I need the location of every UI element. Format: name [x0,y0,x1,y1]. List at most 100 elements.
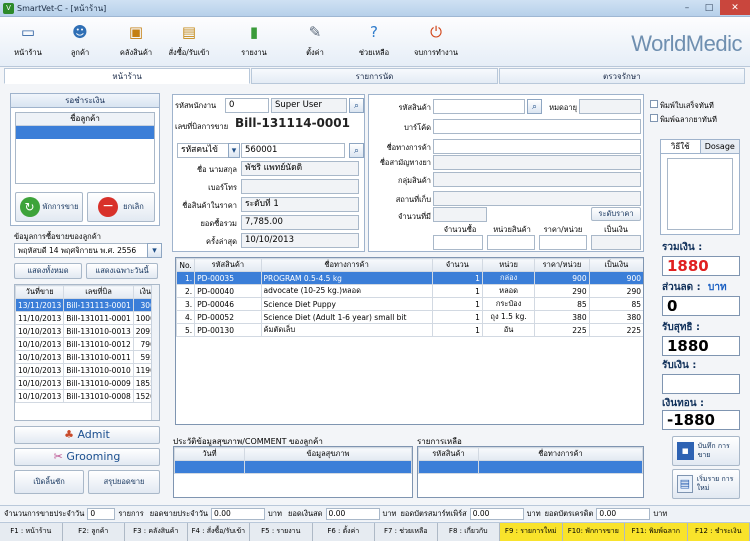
open-drawer-button[interactable]: เปิดลิ้นชัก [14,470,84,494]
grooming-button[interactable]: ✂ Grooming [14,448,160,466]
table-row[interactable]: 10/10/2013 Bill-131010-0010 1190 [15,363,158,377]
change-amount: -1880 [662,410,740,430]
waiting-list[interactable]: ชื่อลูกค้า [15,112,155,184]
table-cell: Bill-131010-0012 [63,337,134,351]
show-today-button[interactable]: แสดงเฉพาะวันนี้ [86,263,158,279]
minimize-button[interactable]: – [676,0,698,15]
search-icon[interactable]: ⌕ [349,98,364,113]
usage-textarea[interactable] [667,158,733,230]
function-key-12[interactable]: F12 : ชำระเงิน [687,523,750,541]
toolbar-button-1[interactable]: ☻ ลูกค้า [54,20,106,64]
toolbar-button-7[interactable]: ⏻ จบการทำงาน [410,20,462,64]
leftover-cell[interactable] [478,460,643,474]
pause-sale-button[interactable]: ↻ พักการขาย [15,192,83,222]
function-key-7[interactable]: F7 : ช่วยเหลือ [375,523,438,541]
table-cell: กระป๋อง [481,297,536,311]
leftover-table[interactable]: รหัสสินค้า ชื่อทางการค้า [417,446,644,498]
price-level-button[interactable]: ระดับราคา [591,207,641,221]
table-row[interactable]: 2. PD-00040 advocate (10-25 kg.)หลอด 1 หลอด 2… [176,284,643,298]
comment-cell[interactable] [174,460,245,474]
dropdown-icon[interactable]: ▾ [228,143,240,158]
empty-cell [534,349,590,363]
table-cell: 225 [534,323,590,337]
list-item[interactable] [16,126,154,139]
toolbar-button-5[interactable]: ✎ ตั้งค่า [289,20,341,64]
table-cell: Bill-131113-0001 [63,298,134,312]
new-sale-button[interactable]: ▤ เริ่มราย การใหม่ [672,469,740,499]
discount-field[interactable]: 0 [662,296,740,316]
discount-unit: บาท [708,282,727,293]
table-row[interactable]: 10/10/2013 Bill-131010-0013 2095 [15,324,158,338]
col-unit-price: ราคา/หน่วย [534,258,590,272]
col-health: ข้อมูลสุขภาพ [244,447,412,461]
save-sale-button[interactable]: ▪ บันทึก การขาย [672,436,740,466]
daily-count-unit: รายการ [118,508,144,518]
received-field[interactable] [662,374,740,394]
sale-items-table[interactable]: No. รหัสสินค้า ชื่อทางการค้า จำนวน หน่วย… [175,257,644,425]
customer-code-label-box[interactable]: รหัสคนไข้ [177,143,231,158]
history-table[interactable]: วันที่ขาย เลขที่บิล เงิน 13/11/2013 Bill-… [14,284,160,421]
col-sale-date: วันที่ขาย [15,285,65,299]
barcode-field[interactable] [433,119,641,134]
leftover-cell[interactable] [418,460,479,474]
sales-summary-button[interactable]: สรุปยอดขาย [88,470,160,494]
function-key-2[interactable]: F2: ลูกค้า [63,523,125,541]
table-row[interactable]: 13/11/2013 Bill-131113-0001 300 [15,298,158,312]
print-receipt-option[interactable]: พิมพ์ใบเสร็จทันที [650,100,714,112]
maximize-button[interactable]: □ [698,0,720,15]
close-button[interactable]: ✕ [720,0,750,15]
col-no: No. [176,258,196,272]
grooming-icon: ✂ [53,450,67,463]
function-key-10[interactable]: F10: พักการขาย [562,523,625,541]
toolbar-button-3[interactable]: ▤ สั่งซื้อ/รับเข้า [163,20,215,64]
health-comment-table[interactable]: วันที่ ข้อมูลสุขภาพ [173,446,413,498]
comment-cell[interactable] [244,460,412,474]
table-row[interactable]: 10/10/2013 Bill-131010-0008 1520 [15,389,158,403]
table-row[interactable]: 5. PD-00130 ค้มตัดเล็บ 1 อัน 225 225 [176,323,643,337]
trade-name-field[interactable] [433,139,641,154]
customer-code-field[interactable]: 560001 [241,143,345,158]
product-code-field[interactable] [433,99,525,114]
table-row[interactable]: 3. PD-00046 Science Diet Puppy 1 กระป๋อง 85 85 [176,297,643,311]
function-key-4[interactable]: F4 : สั่งซื้อ/รับเข้า [188,523,250,541]
stock-field [433,207,487,222]
toolbar-button-0[interactable]: ▭ หน้าร้าน [2,20,54,64]
staff-code-field[interactable]: 0 [225,98,269,113]
table-row[interactable]: 10/10/2013 Bill-131010-0011 595 [15,350,158,364]
table-row[interactable]: 11/10/2013 Bill-131011-0001 1000 [15,311,158,325]
function-key-11[interactable]: F11: พิมพ์ฉลาก [625,523,688,541]
function-key-1[interactable]: F1 : หน้าร้าน [0,523,63,541]
history-scrollbar[interactable] [151,285,159,420]
table-row[interactable]: 10/10/2013 Bill-131010-0009 1855 [15,376,158,390]
customer-search-icon[interactable]: ⌕ [349,143,364,158]
calendar-dropdown-icon[interactable]: ▾ [147,243,162,258]
toolbar-button-6[interactable]: ? ช่วยเหลือ [348,20,400,64]
toolbar-button-4[interactable]: ▮ รายงาน [228,20,280,64]
tab-treatment[interactable]: ตรวจรักษา [498,68,745,84]
unit-field[interactable] [487,235,535,250]
function-key-5[interactable]: F5 : รายงาน [250,523,313,541]
function-key-8[interactable]: F8 : เกี่ยวกับ [438,523,500,541]
table-row[interactable]: 4. PD-00052 Science Diet (Adult 1-6 year) … [176,310,643,324]
toolbar-button-2[interactable]: ▣ คลังสินค้า [110,20,162,64]
tab-appointments[interactable]: รายการนัด [251,68,498,84]
tab-usage[interactable]: วิธีใช้ [661,140,701,153]
function-key-3[interactable]: F3 : คลังสินค้า [125,523,188,541]
toolbar-label: ตั้งค่า [306,48,324,57]
col-amount: เป็นเงิน [588,258,643,272]
qty-buy-field[interactable] [433,235,483,250]
table-cell: PD-00130 [194,323,262,337]
admit-button[interactable]: ♣ Admit [14,426,160,444]
function-key-9[interactable]: F9 : รายการใหม่ [500,523,563,541]
cancel-button[interactable]: − ยกเลิก [87,192,155,222]
tab-dosage[interactable]: Dosage [700,140,739,153]
function-key-6[interactable]: F6 : ตั้งค่า [313,523,375,541]
print-label-option[interactable]: พิมพ์ฉลากยาทันที [650,114,717,126]
tab-storefront[interactable]: หน้าร้าน [4,68,251,84]
unit-price-field[interactable] [539,235,587,250]
product-search-icon[interactable]: ⌕ [527,99,542,114]
table-row[interactable]: 10/10/2013 Bill-131010-0012 790 [15,337,158,351]
table-row[interactable]: 1. PD-00035 PROGRAM 0.5-4.5 kg 1 กล่อง 900 900 [176,271,643,285]
show-all-button[interactable]: แสดงทั้งหมด [14,263,82,279]
history-date-picker[interactable]: พฤหัสบดี 14 พฤศจิกายน พ.ศ. 2556 [14,243,148,258]
